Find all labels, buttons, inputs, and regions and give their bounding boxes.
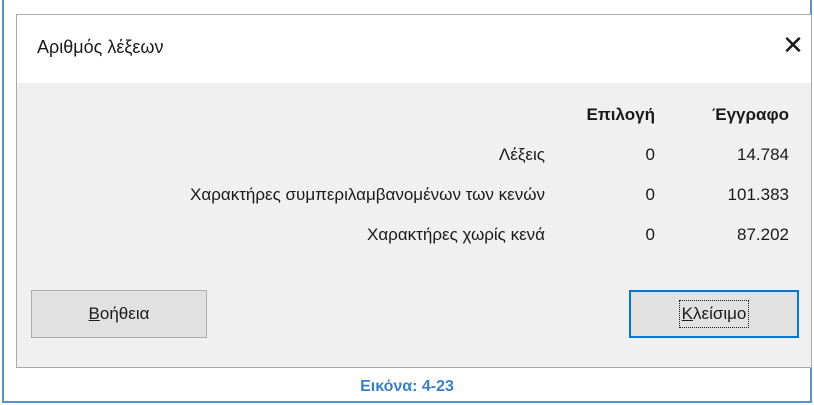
- help-button-label: οήθεια: [99, 304, 150, 323]
- row-chars-no-spaces-selection-value: 0: [645, 225, 655, 244]
- row-chars-with-spaces-selection-value: 0: [645, 185, 655, 204]
- close-button[interactable]: Κλείσιμο: [629, 290, 799, 338]
- dialog-title: Αριθμός λέξεων: [37, 37, 164, 57]
- row-words-document-value: 14.784: [737, 145, 789, 164]
- row-chars-no-spaces-document-value: 87.202: [737, 225, 789, 244]
- help-button-mnemonic: Β: [88, 304, 100, 323]
- row-chars-with-spaces-document-value: 101.383: [727, 185, 789, 204]
- figure-caption: Εικόνα: 4-23: [360, 378, 454, 395]
- help-button[interactable]: Βοήθεια: [31, 290, 207, 338]
- row-label-words: Λέξεις: [498, 145, 545, 164]
- close-button-focus-ring: Κλείσιμο: [678, 300, 750, 328]
- word-count-dialog: Αριθμός λέξεων ✕ Επιλογή Έγγραφο Λέξεις …: [16, 14, 812, 368]
- row-words-selection-value: 0: [645, 145, 655, 164]
- row-label-chars-no-spaces: Χαρακτήρες χωρίς κενά: [366, 225, 545, 244]
- close-icon[interactable]: ✕: [775, 29, 811, 65]
- title-bar: Αριθμός λέξεων ✕: [17, 15, 811, 83]
- column-header-selection: Επιλογή: [586, 105, 655, 124]
- column-header-document: Έγγραφο: [712, 105, 789, 124]
- close-button-mnemonic: Κ: [681, 304, 693, 323]
- row-label-chars-with-spaces: Χαρακτήρες συμπεριλαμβανομένων των κενών: [190, 185, 545, 204]
- close-button-label: λείσιμο: [692, 304, 747, 323]
